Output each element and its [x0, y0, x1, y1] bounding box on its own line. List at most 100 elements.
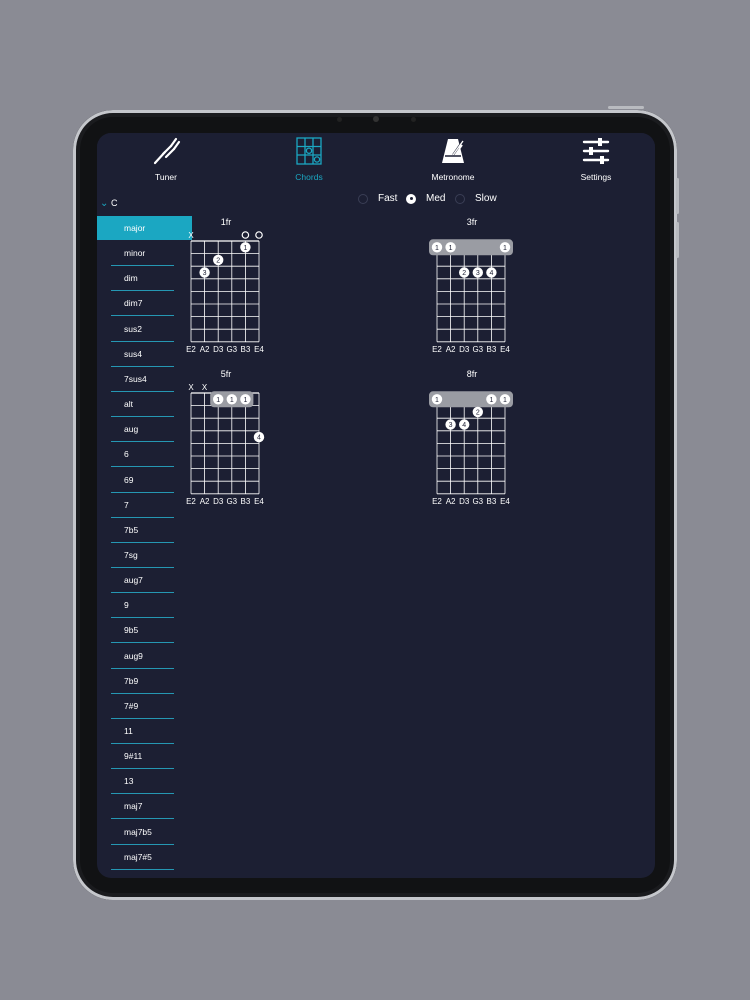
tab-settings[interactable]: Settings	[551, 133, 641, 185]
string-name-label: B3	[241, 497, 251, 506]
chord-type-item[interactable]: 7b5	[111, 518, 174, 543]
finger-number: 3	[449, 422, 453, 429]
finger-dot	[240, 242, 251, 253]
chord-diagram: 1frX321E2 A2 D3 G3 B3 E4	[186, 217, 264, 354]
barre-bar	[210, 391, 254, 408]
fret-label: 1fr	[221, 217, 232, 227]
chord-type-item[interactable]: 9b5	[111, 618, 174, 644]
chord-type-item[interactable]: 11	[111, 719, 174, 744]
finger-dot	[213, 254, 224, 266]
finger-number: 1	[230, 397, 234, 404]
finger-number: 4	[489, 270, 493, 277]
chord-type-item[interactable]: dim7	[111, 291, 174, 317]
chord-type-item[interactable]: 13	[111, 769, 174, 795]
finger-number: 1	[503, 245, 507, 252]
finger-number: 2	[216, 258, 220, 265]
fret-label: 8fr	[467, 369, 478, 379]
tab-settings-label: Settings	[580, 172, 612, 182]
speed-option-fast[interactable]: Fast	[358, 193, 397, 204]
speed-option-slow[interactable]: Slow	[455, 193, 497, 204]
finger-number: 1	[503, 397, 507, 404]
chord-type-item[interactable]: dim	[111, 266, 174, 292]
fret-label: 3fr	[467, 217, 478, 227]
open-string-icon	[255, 231, 263, 239]
radio-fast[interactable]	[358, 193, 368, 204]
finger-dot	[431, 242, 443, 253]
chord-type-item[interactable]: minor	[111, 241, 174, 267]
finger-dot	[459, 419, 470, 430]
chord-type-item[interactable]: maj7	[111, 794, 174, 820]
speed-fast-label: Fast	[378, 193, 398, 204]
finger-dot	[499, 394, 511, 405]
finger-dot	[445, 242, 456, 253]
string-name-label: B3	[487, 345, 497, 354]
finger-number: 1	[435, 245, 439, 252]
chord-type-item[interactable]: maj7#5	[111, 845, 174, 870]
speed-med-label: Med	[426, 193, 446, 204]
string-name-label: G3	[226, 497, 237, 506]
chord-type-item[interactable]: aug	[111, 417, 174, 443]
radio-slow[interactable]	[455, 193, 465, 204]
chord-diagram: 8fr 1 1 1 2 3 4 E2 A2 D3 G3 B3 E4	[429, 369, 513, 506]
string-name-label: G3	[472, 345, 483, 354]
chord-type-item[interactable]: alt	[111, 392, 174, 418]
key-selector[interactable]: ⌄ C	[97, 193, 179, 213]
finger-dot	[486, 267, 497, 278]
finger-number: 4	[257, 435, 261, 442]
chord-type-item[interactable]: maj7b5	[111, 820, 174, 845]
muted-string-marker: X	[188, 383, 194, 392]
string-name-label: D3	[459, 497, 470, 506]
chord-type-item[interactable]: 7sus4	[111, 367, 174, 392]
finger-number: 3	[203, 270, 207, 277]
chord-type-item[interactable]: 9	[111, 593, 174, 619]
sensor-dot	[411, 117, 416, 122]
finger-number: 1	[216, 397, 220, 404]
chord-type-item[interactable]: sus2	[111, 317, 174, 342]
string-name-label: E2	[432, 345, 442, 354]
finger-number: 3	[476, 270, 480, 277]
speed-option-med[interactable]: Med	[406, 193, 445, 204]
finger-number: 1	[449, 245, 453, 252]
radio-med[interactable]	[406, 193, 416, 204]
finger-dot	[499, 242, 511, 253]
finger-number: 1	[243, 397, 247, 404]
chord-type-item[interactable]: aug7	[111, 568, 174, 594]
chord-diagram: 5fr X X 1 1 1 4 E2 A2 D3 G3 B3 E4	[186, 369, 264, 506]
string-name-label: D3	[459, 345, 470, 354]
tab-bar: Tuner Chords Metronome Settings	[97, 133, 655, 188]
tuning-fork-icon	[151, 136, 181, 166]
top-button	[608, 106, 644, 109]
barre-bar	[429, 391, 513, 408]
string-name-label: B3	[241, 345, 251, 354]
finger-dot	[486, 394, 497, 405]
chord-type-item[interactable]: aug9	[111, 644, 174, 669]
tab-tuner[interactable]: Tuner	[121, 133, 211, 185]
chord-type-item[interactable]: major	[97, 216, 192, 240]
chord-type-item[interactable]: sus4	[111, 342, 174, 367]
tab-chords[interactable]: Chords	[264, 133, 354, 185]
chord-type-item[interactable]: 7#9	[111, 694, 174, 719]
app-screen: Tuner Chords Metronome Settings ⌄ C majo…	[97, 133, 655, 878]
tab-metronome[interactable]: Metronome	[408, 133, 498, 185]
speed-slow-label: Slow	[475, 193, 497, 204]
chord-type-sidebar: ⌄ C major minor dim dim7 sus2 sus4 7sus4 alt aug…	[97, 193, 192, 878]
finger-number: 2	[462, 270, 466, 277]
sensor-dot	[337, 117, 342, 122]
chord-type-item[interactable]: 7b9	[111, 669, 174, 694]
finger-dot	[213, 394, 224, 405]
finger-dot	[226, 394, 237, 405]
finger-dot	[445, 419, 456, 430]
chord-type-item[interactable]: 7sg	[111, 543, 174, 568]
string-name-label: A2	[446, 497, 456, 506]
metronome-icon	[440, 136, 466, 166]
chord-type-item[interactable]: 69	[111, 468, 174, 493]
finger-number: 2	[476, 410, 480, 417]
string-name-label: E4	[500, 497, 510, 506]
finger-dot	[240, 394, 251, 405]
fret-label: 5fr	[221, 369, 232, 379]
chord-type-item[interactable]: 9#11	[111, 744, 174, 770]
string-name-label: A2	[200, 497, 210, 506]
chord-type-item[interactable]: 7	[111, 493, 174, 518]
finger-dot	[472, 406, 483, 418]
chord-type-item[interactable]: 6	[111, 442, 174, 468]
